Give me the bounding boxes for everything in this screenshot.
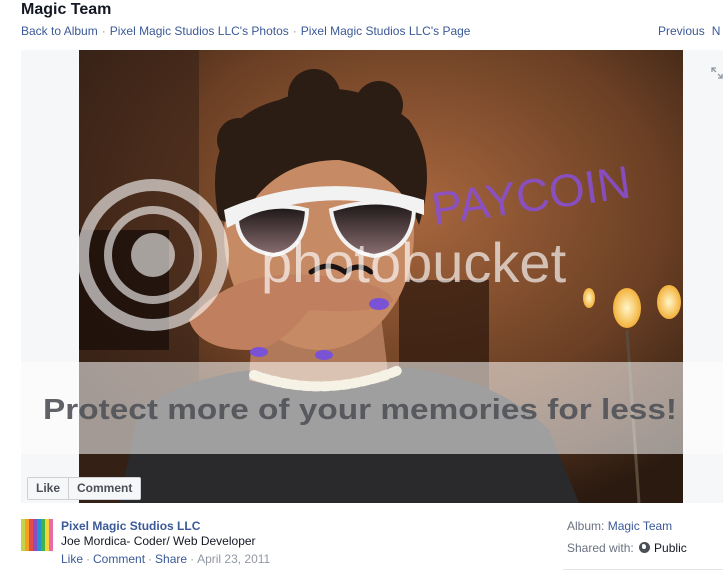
post-comment-link[interactable]: Comment bbox=[93, 552, 145, 566]
photo-action-buttons: Like Comment bbox=[27, 477, 142, 500]
photo-pager: Previous N bbox=[658, 24, 720, 38]
dot-separator: · bbox=[148, 552, 153, 566]
globe-icon bbox=[639, 542, 651, 553]
shared-label: Shared with: bbox=[567, 541, 634, 555]
photo-image: PAYCOIN bbox=[79, 50, 683, 503]
comment-button[interactable]: Comment bbox=[68, 478, 141, 499]
back-to-album-link[interactable]: Back to Album bbox=[21, 24, 98, 38]
post-like-link[interactable]: Like bbox=[61, 552, 83, 566]
page-photos-link[interactable]: Pixel Magic Studios LLC's Photos bbox=[110, 24, 289, 38]
breadcrumb: Back to Album · Pixel Magic Studios LLC's … bbox=[21, 24, 470, 38]
page-name-link[interactable]: Pixel Magic Studios LLC bbox=[61, 519, 200, 533]
photo[interactable]: PAYCOIN bbox=[79, 50, 683, 503]
audience-value[interactable]: Public bbox=[654, 541, 687, 555]
album-label: Album: bbox=[567, 519, 605, 533]
previous-photo-link[interactable]: Previous bbox=[658, 24, 705, 38]
breadcrumb-separator: · bbox=[101, 24, 106, 38]
expand-icon[interactable] bbox=[710, 66, 723, 80]
post-date[interactable]: April 23, 2011 bbox=[197, 552, 270, 566]
album-meta: Album: Magic Team bbox=[567, 519, 672, 533]
avatar[interactable] bbox=[21, 519, 53, 551]
photo-caption: Joe Mordica- Coder/ Web Developer bbox=[61, 534, 256, 548]
like-button[interactable]: Like bbox=[28, 478, 69, 499]
breadcrumb-separator: · bbox=[292, 24, 297, 38]
next-photo-link[interactable]: N bbox=[712, 24, 721, 38]
dot-separator: · bbox=[190, 552, 195, 566]
post-actions: Like · Comment · Share · April 23, 2011 bbox=[61, 552, 270, 566]
audience-meta: Shared with: Public bbox=[567, 541, 687, 555]
photo-stage: PAYCOIN photobucket Protect more of your… bbox=[21, 50, 723, 503]
dot-separator: · bbox=[86, 552, 91, 566]
album-link[interactable]: Magic Team bbox=[608, 519, 672, 533]
album-title: Magic Team bbox=[21, 1, 112, 18]
page-link[interactable]: Pixel Magic Studios LLC's Page bbox=[301, 24, 471, 38]
post-share-link[interactable]: Share bbox=[155, 552, 187, 566]
